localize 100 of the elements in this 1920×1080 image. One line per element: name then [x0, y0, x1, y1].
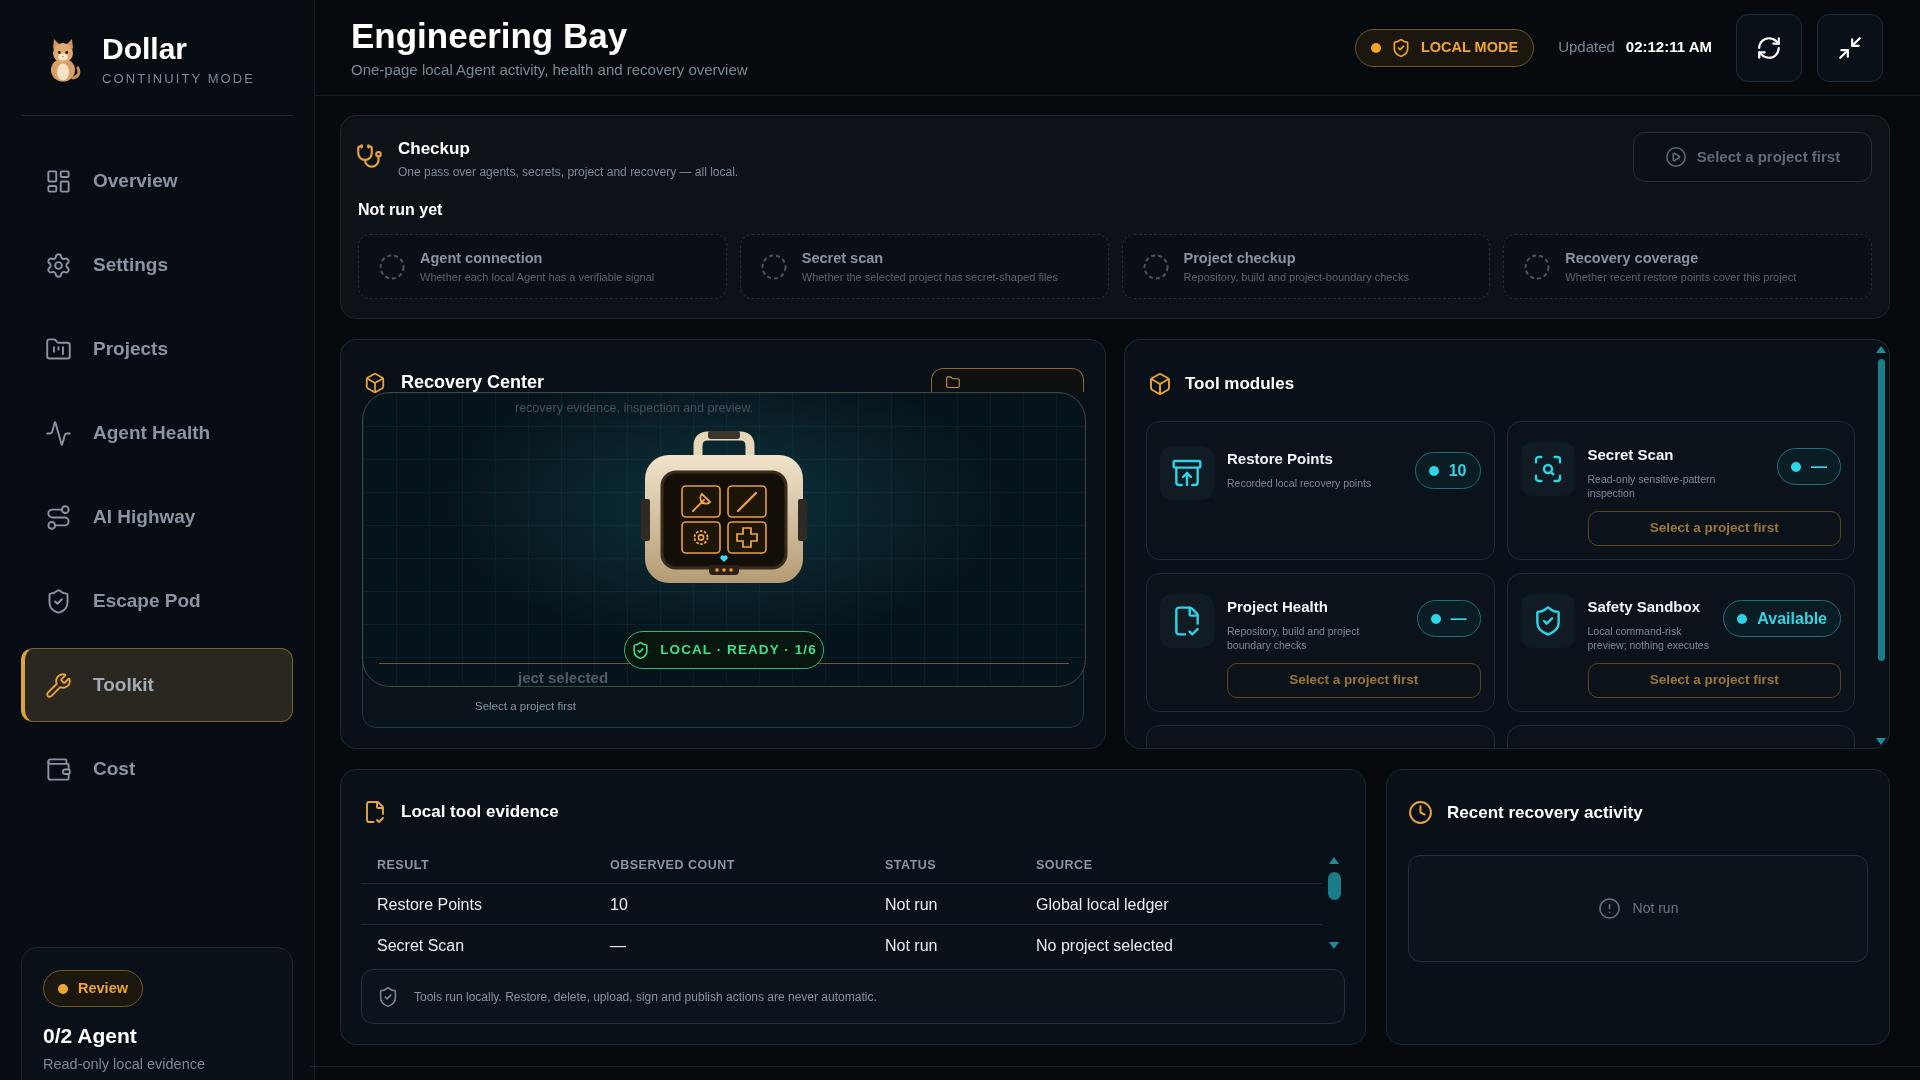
module-title: Safety Sandbox [1587, 598, 1702, 616]
table-cell: Not run [885, 935, 938, 955]
mode-label: LOCAL MODE [1420, 37, 1519, 57]
module-title: Project Health [1227, 598, 1329, 616]
archive-up-icon [1160, 446, 1214, 500]
step-description: Whether the selected project has secret-shaped files [801, 269, 1058, 284]
value-text: 10 [1448, 460, 1467, 481]
sidebar-item[interactable]: Cost [21, 732, 293, 806]
sidebar-item[interactable]: Toolkit [21, 648, 293, 722]
alert-icon [1597, 897, 1621, 920]
wallet-icon [45, 755, 72, 783]
step-title: Recovery coverage [1565, 249, 1700, 267]
table-cell: Secret Scan [377, 935, 465, 955]
column-header: SOURCE [1036, 857, 1093, 875]
scrollbar-thumb[interactable] [1327, 872, 1341, 900]
note-text: Tools run locally. Restore, delete, upload, sign and publish actions are never automatic. [414, 988, 877, 1006]
table-cell: No project selected [1036, 935, 1173, 955]
sidebar-item[interactable]: AI Highway [21, 480, 293, 554]
card-title: Local tool evidence [401, 801, 559, 824]
checkup-status: Not run yet [358, 201, 444, 219]
page-subtitle: One-page local Agent activity, health and recovery overview [351, 60, 748, 80]
agent-subtitle: Read-only local evidence [43, 1056, 205, 1072]
cube-icon [364, 372, 386, 394]
sidebar-item[interactable]: Agent Health [21, 396, 293, 470]
hint-text: Select a project first [475, 699, 577, 713]
module-description: Read-only sensitive-pattern inspection [1587, 472, 1717, 500]
refresh-button[interactable] [1736, 13, 1802, 82]
page-title: Engineering Bay [351, 15, 629, 57]
caret-up-icon[interactable] [1329, 857, 1339, 864]
module-description: Repository, build and project boundary checks [1227, 624, 1361, 652]
sidebar-item[interactable]: Projects [21, 312, 293, 386]
cube-icon [1148, 371, 1172, 396]
table-cell: Not run [885, 894, 938, 914]
stethoscope-icon [356, 143, 383, 170]
step-title: Secret scan [801, 249, 885, 267]
column-header: OBSERVED COUNT [610, 857, 735, 875]
folder-button[interactable] [931, 368, 1084, 392]
value-text: — [1450, 608, 1467, 629]
folder-icon [944, 375, 962, 390]
collapse-icon [1837, 34, 1863, 61]
value-text: Available [1757, 608, 1827, 629]
select-project-button[interactable]: Select a project first [1227, 663, 1481, 698]
wrench-icon [45, 671, 72, 699]
brand-name: Dollar [102, 32, 189, 66]
pulse-icon [45, 419, 72, 447]
dashboard-icon [45, 167, 72, 195]
shield-check-icon [1520, 594, 1575, 648]
step-description: Whether each local Agent has a verifiable signal [420, 269, 655, 284]
caret-up-icon[interactable] [1876, 346, 1886, 353]
table-cell: Restore Points [377, 894, 482, 914]
dashed-circle-icon [1524, 253, 1551, 280]
card-title: Recovery Center [401, 373, 545, 391]
card-subtitle: One pass over agents, secrets, project and recovery — all local. [398, 165, 739, 180]
refresh-icon [1756, 34, 1782, 61]
table-cell: — [610, 935, 626, 955]
shield-check-icon [377, 985, 399, 1008]
table-cell: 10 [610, 894, 628, 914]
step-description: Whether recent restore points cover this project [1565, 269, 1797, 284]
empty-text: Not run [1632, 899, 1679, 918]
scrollbar-thumb[interactable] [1877, 359, 1885, 661]
table-cell: Global local ledger [1036, 894, 1169, 914]
module-title: Secret Scan [1587, 446, 1675, 464]
play-icon [1664, 146, 1687, 168]
route-icon [45, 503, 72, 531]
column-header: RESULT [377, 857, 430, 875]
column-header: STATUS [885, 857, 937, 875]
clock-icon [1408, 800, 1433, 825]
status-text: LOCAL · READY · 1/6 [660, 640, 817, 659]
select-project-button[interactable]: Select a project first [1587, 663, 1841, 698]
shield-check-icon [631, 640, 651, 660]
sidebar-item[interactable]: Settings [21, 228, 293, 302]
caret-down-icon[interactable] [1329, 942, 1339, 949]
card-title: Recent recovery activity [1447, 801, 1643, 824]
faded-subtitle: recovery evidence, inspection and preview. [515, 401, 755, 416]
dashed-circle-icon [1142, 253, 1169, 280]
module-description: Recorded local recovery points [1227, 476, 1372, 490]
collapse-button[interactable] [1817, 13, 1883, 82]
dashed-circle-icon [760, 253, 787, 280]
faded-title: ject selected [518, 669, 610, 686]
step-title: Agent connection [420, 249, 544, 267]
step-title: Project checkup [1183, 249, 1297, 267]
agent-count: 0/2 Agent [43, 1023, 137, 1049]
updated-time: 02:12:11 AM [1625, 37, 1712, 58]
status-text: Review [78, 978, 128, 998]
sidebar-item[interactable]: Overview [21, 144, 293, 218]
step-description: Repository, build and project-boundary checks [1183, 269, 1409, 284]
file-check-icon [1160, 594, 1214, 648]
select-project-button[interactable]: Select a project first [1587, 511, 1841, 546]
updated-label: Updated [1558, 37, 1615, 58]
dashed-circle-icon [379, 253, 405, 280]
sidebar-item[interactable]: Escape Pod [21, 564, 293, 638]
card-title: Tool modules [1185, 372, 1295, 395]
caret-down-icon[interactable] [1876, 738, 1886, 745]
scan-search-icon [1520, 442, 1575, 496]
brand-subtitle: CONTINUITY MODE [102, 71, 256, 87]
settings-icon [45, 251, 72, 279]
file-check-icon [363, 800, 387, 824]
module-title: Restore Points [1227, 450, 1334, 468]
card-title: Checkup [398, 139, 471, 159]
module-description: Local command-risk preview; nothing executes [1587, 624, 1710, 652]
